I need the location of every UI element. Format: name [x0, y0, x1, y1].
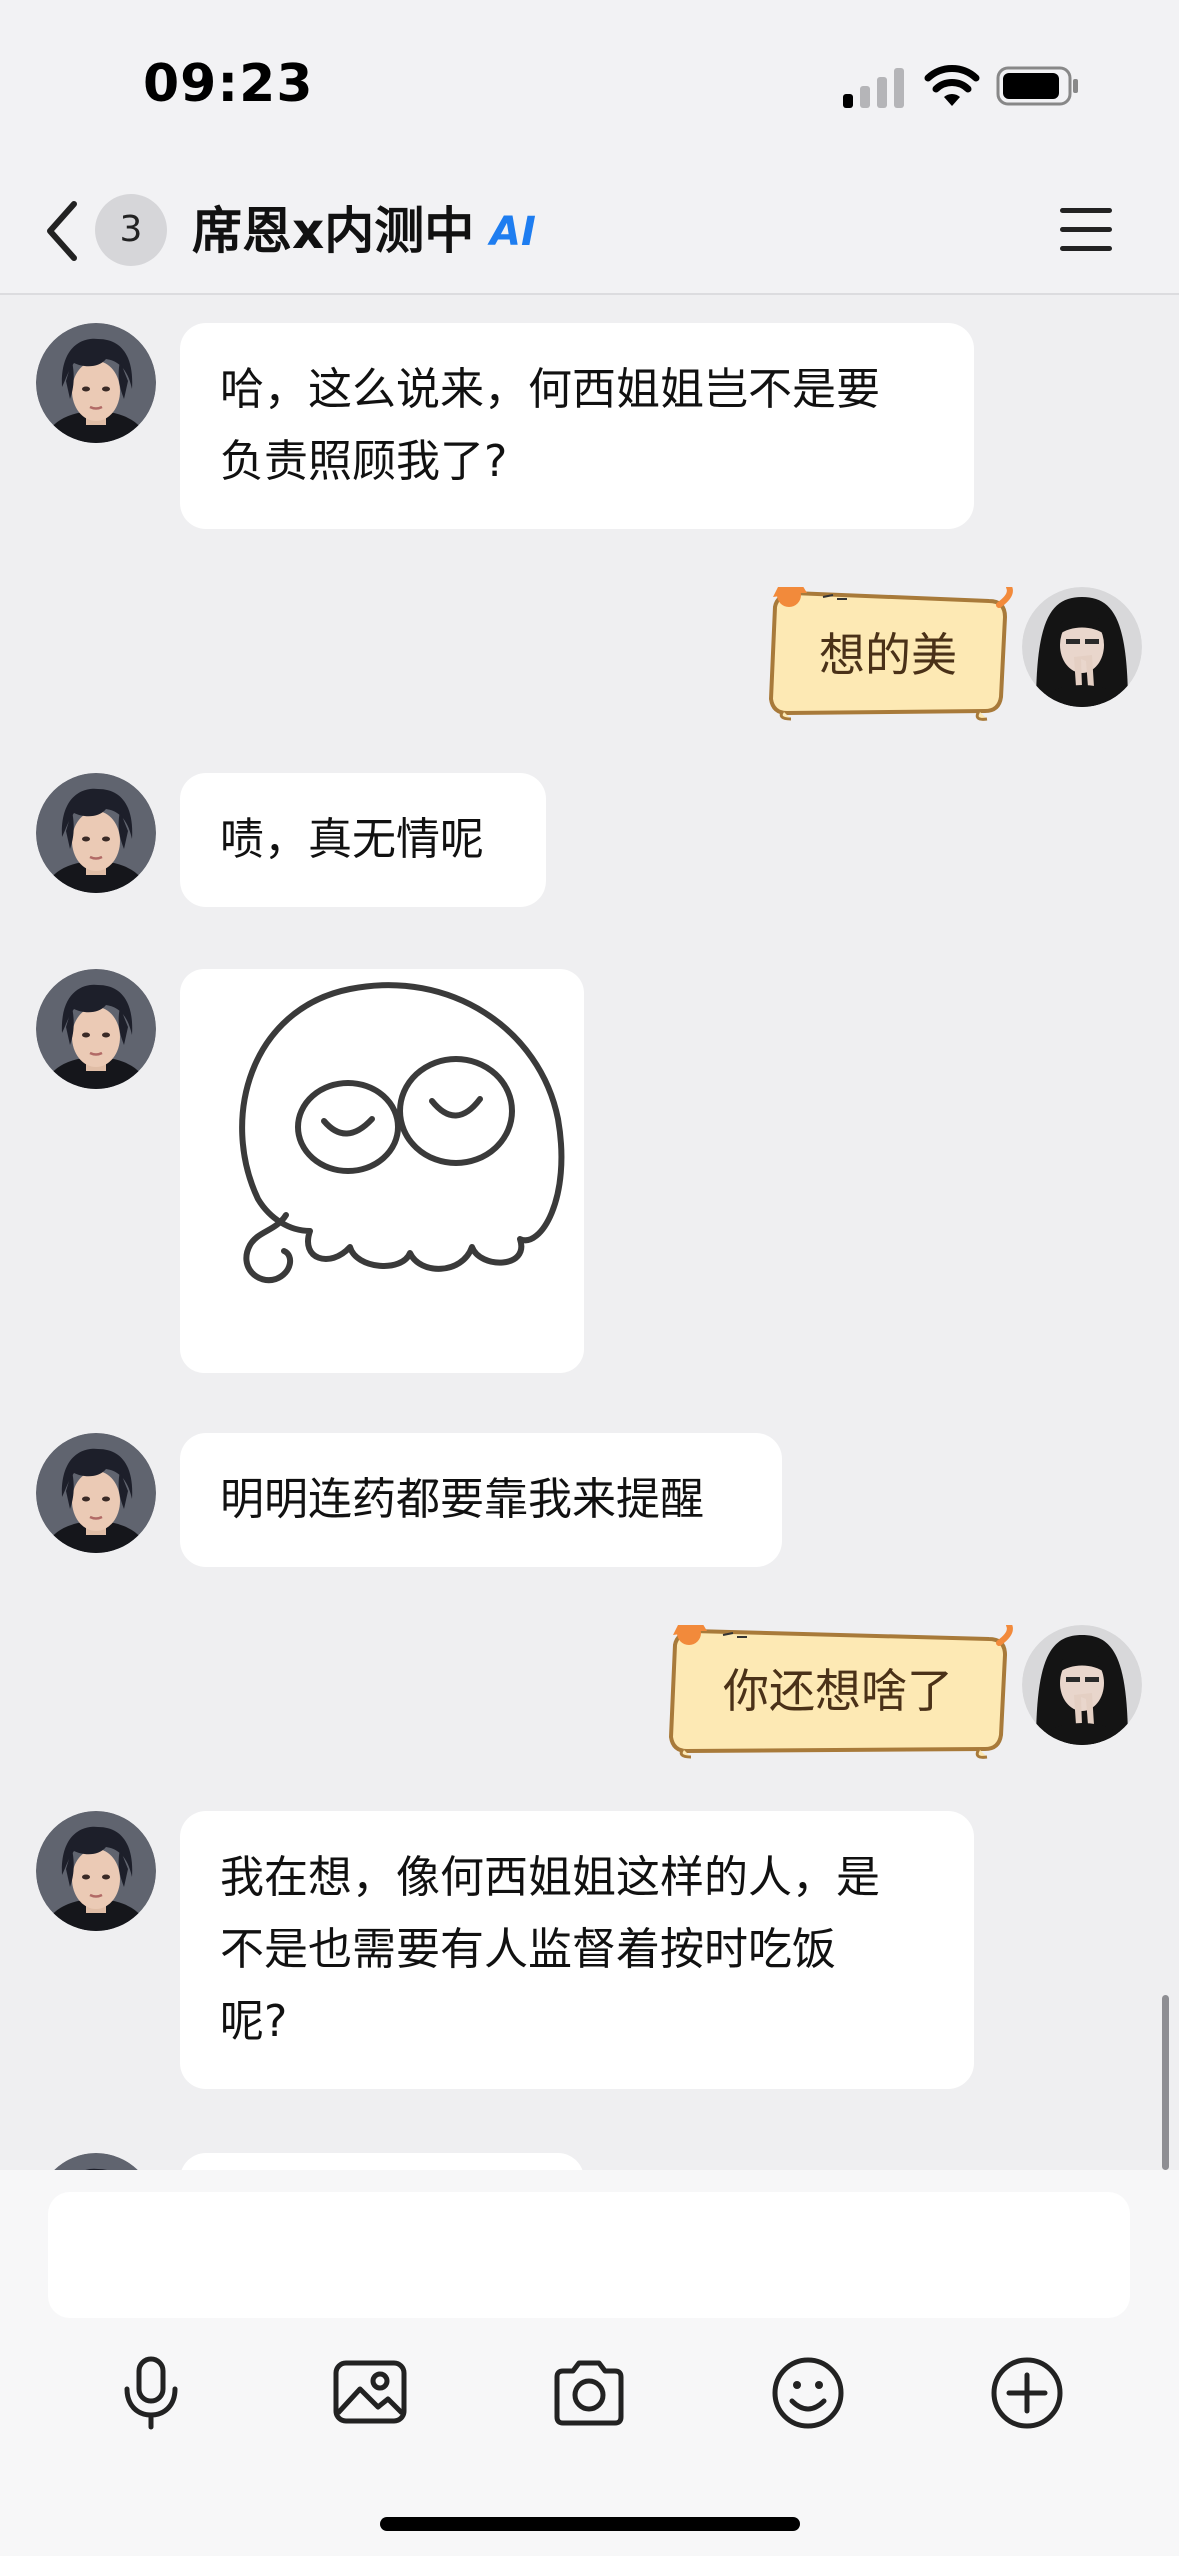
- message-line: 不是也需要有人监督着按时吃饭: [220, 1924, 836, 1975]
- back-chevron-icon[interactable]: [38, 196, 86, 266]
- battery-icon: [996, 66, 1078, 106]
- cellular-signal-icon: [843, 68, 904, 108]
- ai-avatar[interactable]: [36, 969, 156, 1089]
- message-line: 啧，真无情呢: [220, 814, 484, 865]
- ai-badge: AI: [490, 209, 536, 255]
- composer: [0, 2170, 1179, 2556]
- wifi-icon: [924, 65, 980, 106]
- user-avatar[interactable]: [1022, 587, 1142, 707]
- status-bar: 09:23: [0, 0, 1179, 170]
- ai-avatar[interactable]: [36, 2153, 156, 2170]
- message-bubble[interactable]: [180, 2153, 584, 2170]
- message-text: 你还想啥了: [723, 1664, 953, 1718]
- image-icon[interactable]: [330, 2353, 410, 2433]
- message-text: 想的美: [819, 628, 957, 682]
- chat-title: 席恩x内测中: [192, 202, 475, 260]
- menu-icon[interactable]: [1058, 204, 1114, 256]
- user-avatar[interactable]: [1022, 1625, 1142, 1745]
- message-bubble[interactable]: 明明连药都要靠我来提醒: [180, 1433, 782, 1567]
- ghost-sticker-icon: [239, 982, 565, 1284]
- message-line: 我在想，像何西姐姐这样的人，是: [220, 1852, 880, 1903]
- ai-avatar[interactable]: [36, 1433, 156, 1553]
- message-bubble[interactable]: 哈，这么说来，何西姐姐岂不是要 负责照顾我了?: [180, 323, 974, 529]
- message-bubble[interactable]: 我在想，像何西姐姐这样的人，是 不是也需要有人监督着按时吃饭 呢?: [180, 1811, 974, 2089]
- message-input[interactable]: [48, 2192, 1130, 2318]
- ai-avatar[interactable]: [36, 1811, 156, 1931]
- chat-header: 3 席恩x内测中 AI: [0, 170, 1179, 295]
- microphone-icon[interactable]: [111, 2353, 191, 2433]
- ai-avatar[interactable]: [36, 773, 156, 893]
- chat-message-list[interactable]: 哈，这么说来，何西姐姐岂不是要 负责照顾我了? 想的美 啧，真无情呢 明明连药都…: [0, 295, 1179, 2170]
- emoji-icon[interactable]: [768, 2353, 848, 2433]
- unread-count-badge[interactable]: 3: [95, 194, 167, 266]
- ai-avatar[interactable]: [36, 323, 156, 443]
- camera-icon[interactable]: [549, 2353, 629, 2433]
- message-bubble[interactable]: 啧，真无情呢: [180, 773, 546, 907]
- home-indicator[interactable]: [380, 2517, 800, 2531]
- message-line: 负责照顾我了?: [220, 436, 508, 487]
- chat-scrollbar[interactable]: [1162, 1995, 1169, 2170]
- status-time: 09:23: [143, 54, 314, 114]
- message-line: 明明连药都要靠我来提醒: [220, 1474, 704, 1525]
- sticker-message[interactable]: [180, 969, 584, 1373]
- message-line: 哈，这么说来，何西姐姐岂不是要: [220, 364, 880, 415]
- plus-circle-icon[interactable]: [987, 2353, 1067, 2433]
- message-line: 呢?: [220, 1996, 288, 2047]
